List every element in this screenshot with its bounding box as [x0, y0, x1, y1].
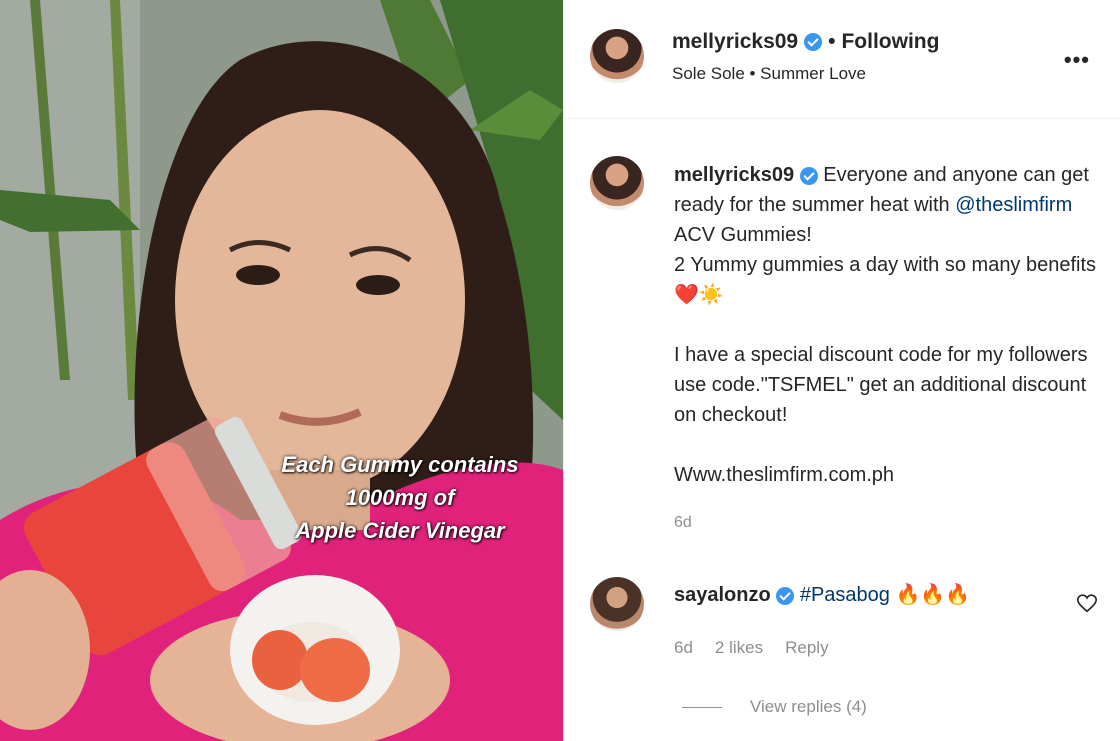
comment-text: sayalonzo #Pasabog 🔥🔥🔥 [674, 582, 970, 607]
heart-outline-icon[interactable] [1076, 592, 1098, 614]
overlay-line-3: Apple Cider Vinegar [295, 518, 505, 543]
post-header: mellyricks09 • Following Sole Sole • Sum… [564, 0, 1120, 119]
comment-username[interactable]: sayalonzo [674, 584, 771, 606]
audio-track-link[interactable]: Sole Sole • Summer Love [672, 64, 866, 84]
video-text-overlay: Each Gummy contains 1000mg of Apple Cide… [250, 448, 550, 547]
view-replies-label[interactable]: View replies (4) [750, 697, 867, 717]
comment-meta: 6d 2 likes Reply [674, 638, 829, 658]
more-options-icon[interactable]: ••• [1064, 47, 1090, 73]
caption-website: Www.theslimfirm.com.ph [674, 464, 895, 486]
comment-timestamp[interactable]: 6d [674, 638, 693, 658]
view-replies-button[interactable]: View replies (4) [682, 697, 867, 717]
caption-line-3: 2 Yummy gummies a day with so many benef… [674, 254, 1097, 276]
header-username[interactable]: mellyricks09 [672, 30, 798, 54]
caption-username[interactable]: mellyricks09 [674, 164, 794, 186]
verified-badge-icon [776, 586, 795, 605]
post-media[interactable]: Each Gummy contains 1000mg of Apple Cide… [0, 0, 563, 741]
overlay-line-2: 1000mg of [345, 485, 455, 510]
comment-likes[interactable]: 2 likes [715, 638, 763, 658]
following-button[interactable]: Following [841, 30, 939, 54]
caption-line-4: I have a special discount code for my fo… [674, 344, 1088, 426]
author-avatar[interactable] [590, 29, 644, 83]
hashtag-link[interactable]: #Pasabog [800, 584, 890, 606]
post-details-panel: mellyricks09 • Following Sole Sole • Sum… [563, 0, 1120, 741]
verified-badge-icon [804, 33, 823, 51]
overlay-line-1: Each Gummy contains [281, 452, 519, 477]
reply-button[interactable]: Reply [785, 638, 828, 658]
header-user-row: mellyricks09 • Following [672, 30, 939, 54]
comment-emojis: 🔥🔥🔥 [895, 584, 971, 606]
commenter-avatar[interactable] [590, 577, 644, 631]
caption-text: mellyricks09 Everyone and anyone can get… [674, 160, 1114, 490]
replies-divider [682, 706, 722, 708]
caption-avatar[interactable] [590, 156, 644, 210]
verified-badge-icon [799, 166, 818, 185]
post-photo [0, 0, 563, 741]
header-separator: • [828, 30, 836, 53]
mention-link[interactable]: @theslimfirm [955, 194, 1072, 216]
caption-timestamp[interactable]: 6d [674, 514, 692, 532]
caption-emojis: ❤️☀️ [674, 284, 724, 306]
caption-line-2: ACV Gummies! [674, 224, 812, 246]
